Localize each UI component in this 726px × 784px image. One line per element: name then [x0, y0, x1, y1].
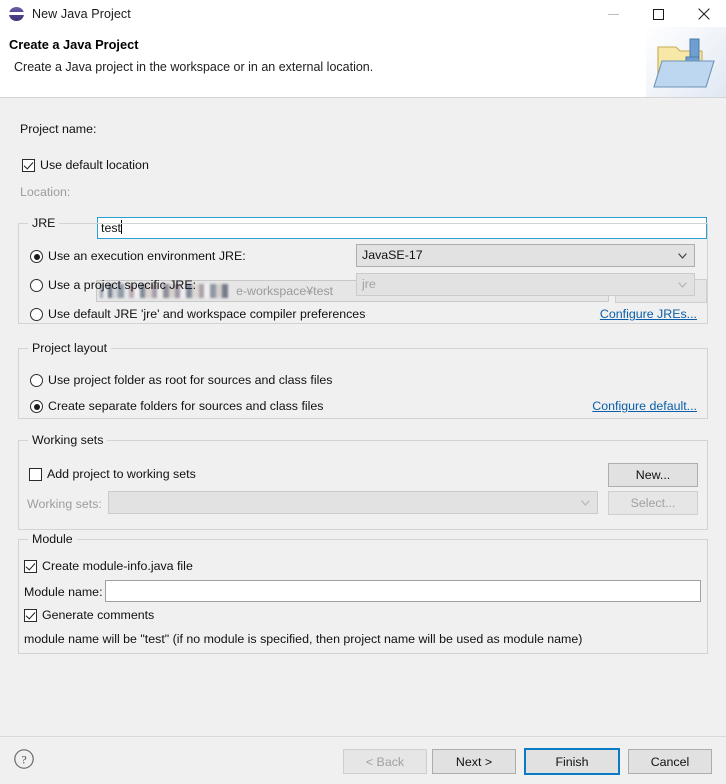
- window-title: New Java Project: [32, 7, 131, 21]
- configure-default-link[interactable]: Configure default...: [592, 399, 697, 413]
- new-java-project-dialog: New Java Project Create a Java Project C…: [0, 0, 726, 784]
- configure-jres-link[interactable]: Configure JREs...: [600, 307, 697, 321]
- back-button[interactable]: < Back: [343, 749, 427, 774]
- chevron-down-icon: [581, 500, 590, 506]
- chevron-down-icon: [678, 282, 687, 288]
- radio-separate-folders-label: Create separate folders for sources and …: [48, 399, 324, 413]
- title-bar: New Java Project: [0, 0, 726, 28]
- use-default-location-checkbox[interactable]: [22, 159, 35, 172]
- wizard-header: Create a Java Project Create a Java proj…: [0, 27, 726, 98]
- add-to-working-sets-label: Add project to working sets: [47, 467, 196, 481]
- jre-group-title: JRE: [28, 216, 60, 230]
- generate-comments-checkbox[interactable]: [24, 609, 37, 622]
- generate-comments-label: Generate comments: [42, 608, 155, 622]
- radio-execution-environment-jre-label: Use an execution environment JRE:: [48, 249, 246, 263]
- radio-project-specific-jre[interactable]: [30, 279, 43, 292]
- minimize-icon[interactable]: [591, 0, 636, 28]
- working-sets-label: Working sets:: [27, 497, 102, 511]
- project-specific-jre-value: jre: [362, 277, 376, 291]
- next-button-label: Next >: [455, 754, 493, 769]
- working-sets-combo: [108, 491, 598, 514]
- new-working-set-button[interactable]: New...: [608, 463, 698, 487]
- module-name-label: Module name:: [24, 585, 103, 599]
- finish-button[interactable]: Finish: [524, 748, 620, 775]
- radio-project-folder-root[interactable]: [30, 374, 43, 387]
- radio-project-folder-root-label: Use project folder as root for sources a…: [48, 373, 333, 387]
- select-working-set-button[interactable]: Select...: [608, 491, 698, 515]
- radio-project-specific-jre-label: Use a project specific JRE:: [48, 278, 197, 292]
- radio-separate-folders[interactable]: [30, 400, 43, 413]
- working-sets-group-title: Working sets: [28, 433, 108, 447]
- eclipse-icon: [9, 6, 25, 22]
- jre-group: JRE Use an execution environment JRE: Ja…: [18, 216, 708, 324]
- next-button[interactable]: Next >: [432, 749, 516, 774]
- project-layout-group-title: Project layout: [28, 341, 112, 355]
- execution-environment-combo[interactable]: JavaSE-17: [356, 244, 695, 267]
- cancel-button[interactable]: Cancel: [628, 749, 712, 774]
- location-label: Location:: [20, 185, 71, 199]
- back-button-label: < Back: [365, 754, 405, 769]
- page-subtitle: Create a Java project in the workspace o…: [14, 60, 374, 74]
- create-module-info-checkbox[interactable]: [24, 560, 37, 573]
- finish-button-label: Finish: [555, 754, 589, 769]
- project-name-label: Project name:: [20, 122, 97, 136]
- svg-text:?: ?: [21, 752, 26, 766]
- wizard-footer: ? < Back Next > Finish Cancel: [0, 736, 726, 784]
- page-title: Create a Java Project: [9, 37, 139, 52]
- radio-default-jre[interactable]: [30, 308, 43, 321]
- window-controls: [591, 0, 726, 28]
- help-icon[interactable]: ?: [13, 748, 35, 770]
- project-layout-group: Project layout Use project folder as roo…: [18, 341, 708, 419]
- java-project-folder-icon: [646, 27, 726, 97]
- wizard-body: Project name: test Use default location …: [0, 99, 726, 736]
- select-working-set-label: Select...: [630, 496, 676, 510]
- project-specific-jre-combo: jre: [356, 273, 695, 296]
- radio-execution-environment-jre[interactable]: [30, 250, 43, 263]
- close-icon[interactable]: [681, 0, 726, 28]
- use-default-location-label: Use default location: [40, 158, 149, 172]
- add-to-working-sets-checkbox[interactable]: [29, 468, 42, 481]
- chevron-down-icon: [678, 253, 687, 259]
- module-group-title: Module: [28, 532, 77, 546]
- working-sets-group: Working sets Add project to working sets…: [18, 433, 708, 530]
- maximize-icon[interactable]: [636, 0, 681, 28]
- cancel-button-label: Cancel: [650, 754, 690, 769]
- create-module-info-label: Create module-info.java file: [42, 559, 193, 573]
- module-name-input[interactable]: [105, 580, 701, 602]
- module-name-note: module name will be "test" (if no module…: [24, 632, 583, 646]
- module-group: Module Create module-info.java file Modu…: [18, 532, 708, 654]
- new-working-set-label: New...: [635, 468, 671, 482]
- radio-default-jre-label: Use default JRE 'jre' and workspace comp…: [48, 307, 366, 321]
- execution-environment-value: JavaSE-17: [362, 248, 423, 262]
